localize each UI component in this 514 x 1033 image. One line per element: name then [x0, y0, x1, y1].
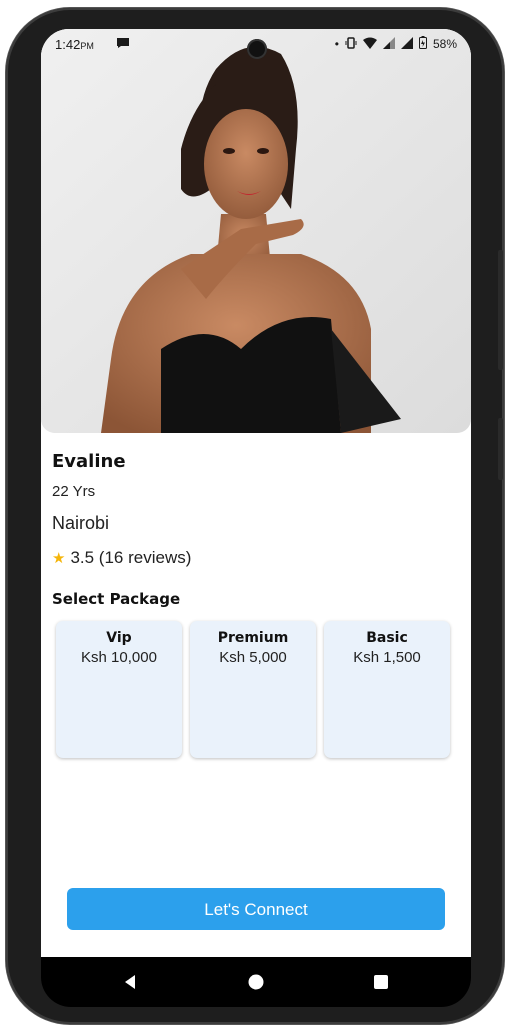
signal-icon	[382, 36, 395, 52]
package-name: Basic	[366, 630, 408, 646]
battery-level: 58%	[432, 37, 457, 51]
package-card-premium[interactable]: Premium Ksh 5,000	[190, 621, 316, 758]
dot-icon: •	[334, 37, 339, 51]
back-icon[interactable]	[115, 967, 145, 997]
volume-button	[498, 418, 503, 480]
profile-photo	[41, 29, 471, 433]
signal-icon	[400, 36, 413, 52]
status-icons: • 58%	[335, 36, 457, 52]
home-icon[interactable]	[241, 967, 271, 997]
package-list: Vip Ksh 10,000 Premium Ksh 5,000 Basic K…	[56, 621, 450, 761]
app-screen: 1:42PM • 58% Evaline 22 Yrs Nairobi ★ 3.…	[41, 29, 471, 957]
package-name: Premium	[217, 630, 289, 646]
power-button	[498, 250, 503, 370]
battery-icon	[418, 36, 427, 52]
camera-punch-hole	[247, 39, 267, 59]
wifi-icon	[362, 37, 377, 52]
vibrate-icon	[345, 36, 357, 52]
profile-photo-illustration	[41, 29, 471, 433]
profile-city: Nairobi	[52, 513, 110, 533]
package-name: Vip	[106, 630, 132, 646]
rating-text: 3.5 (16 reviews)	[70, 548, 192, 567]
package-price: Ksh 1,500	[353, 649, 421, 666]
package-card-basic[interactable]: Basic Ksh 1,500	[324, 621, 450, 758]
package-price: Ksh 5,000	[219, 649, 287, 666]
profile-name: Evaline	[52, 451, 126, 472]
lets-connect-button[interactable]: Let's Connect	[67, 888, 445, 930]
status-time: 1:42PM	[55, 37, 94, 52]
chat-icon	[116, 37, 130, 52]
select-package-title: Select Package	[52, 590, 181, 608]
star-icon: ★	[52, 550, 66, 567]
system-nav-bar	[41, 957, 471, 1007]
package-card-vip[interactable]: Vip Ksh 10,000	[56, 621, 182, 758]
profile-age: 22 Yrs	[52, 483, 96, 500]
profile-rating: ★ 3.5 (16 reviews)	[52, 548, 191, 568]
package-price: Ksh 10,000	[81, 649, 157, 666]
recents-icon[interactable]	[366, 967, 396, 997]
